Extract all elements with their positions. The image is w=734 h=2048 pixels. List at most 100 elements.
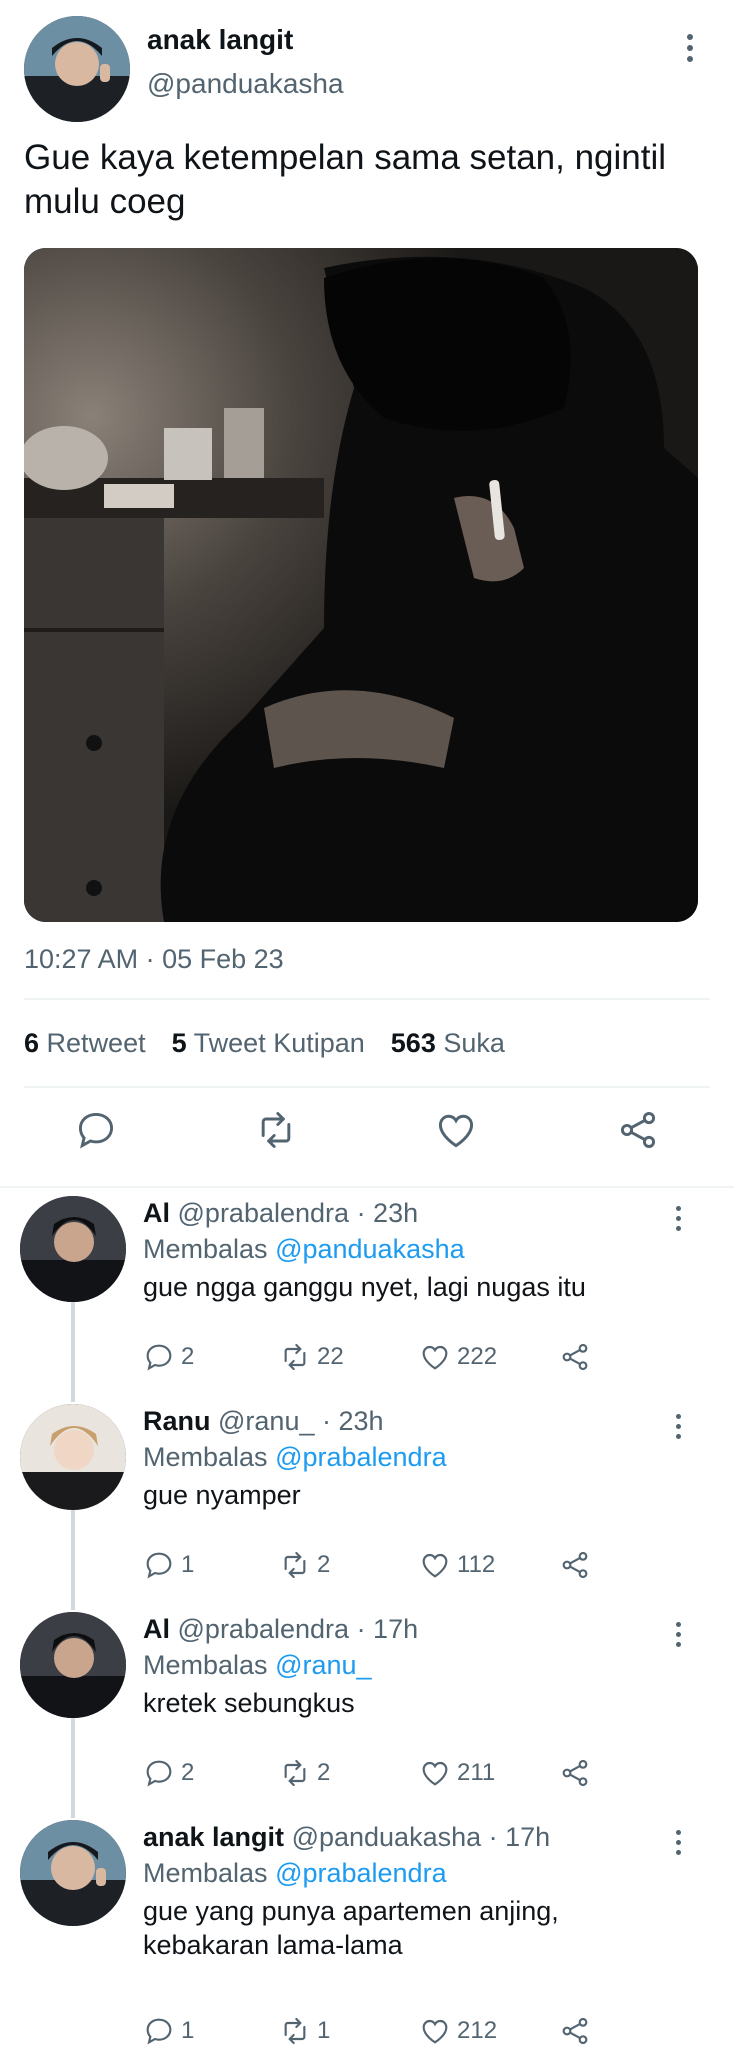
reply-header: Al @prabalendra · 23h <box>143 1198 418 1229</box>
reply-author-handle[interactable]: @prabalendra <box>178 1614 350 1644</box>
replying-label: Membalas <box>143 1442 268 1472</box>
replying-to-handle[interactable]: @prabalendra <box>275 1858 447 1888</box>
reply-author-name[interactable]: anak langit <box>143 1822 284 1852</box>
main-tweet: anak langit @panduakasha Gue kaya ketemp… <box>0 0 734 1188</box>
like-stat[interactable]: 563 Suka <box>391 1028 505 1059</box>
reply-header: Ranu @ranu_ · 23h <box>143 1406 384 1437</box>
reply-author-handle[interactable]: @prabalendra <box>178 1198 350 1228</box>
reply-text: gue ngga ganggu nyet, lagi nugas itu <box>143 1272 586 1302</box>
more-options-icon[interactable] <box>670 1206 686 1234</box>
reply-button[interactable]: 1 <box>143 2014 194 2048</box>
reply-avatar[interactable] <box>20 1612 126 1718</box>
retweet-button[interactable]: 1 <box>279 2014 330 2048</box>
reply-avatar[interactable] <box>20 1404 126 1510</box>
tweet-media-image[interactable] <box>24 248 698 922</box>
reply-time[interactable]: · 23h <box>322 1406 384 1436</box>
retweet-icon <box>284 1759 306 1787</box>
quote-label: Tweet Kutipan <box>193 1028 365 1058</box>
reply-icon[interactable] <box>74 1108 118 1152</box>
reply-count: 2 <box>181 1759 195 1786</box>
reply-time[interactable]: · 17h <box>489 1822 551 1852</box>
author-name[interactable]: anak langit <box>147 24 293 56</box>
author-avatar[interactable] <box>24 16 130 122</box>
reply-count: 1 <box>181 1551 195 1578</box>
quote-stat[interactable]: 5 Tweet Kutipan <box>172 1028 365 1059</box>
more-options-icon[interactable] <box>670 1414 686 1442</box>
like-count: 222 <box>457 1343 498 1370</box>
reply-time[interactable]: · 17h <box>357 1614 419 1644</box>
reply-actions: 1 1 212 <box>143 2014 603 2048</box>
share-button[interactable] <box>559 1548 591 1582</box>
like-button[interactable]: 222 <box>419 1340 497 1374</box>
reply-button[interactable]: 1 <box>143 1548 194 1582</box>
retweet-icon <box>284 2017 306 2045</box>
reply-count: 1 <box>181 2017 195 2044</box>
replying-to-handle[interactable]: @prabalendra <box>275 1442 447 1472</box>
share-button[interactable] <box>559 2014 591 2048</box>
reply-author-handle[interactable]: @panduakasha <box>292 1822 482 1852</box>
reply-actions: 2 22 222 <box>143 1340 603 1374</box>
retweet-button[interactable]: 2 <box>279 1756 330 1790</box>
reply-button[interactable]: 2 <box>143 1756 194 1790</box>
like-count: 211 <box>457 1759 496 1786</box>
retweet-count: 22 <box>317 1343 344 1370</box>
reply-actions: 1 2 112 <box>143 1548 603 1582</box>
replying-label: Membalas <box>143 1234 268 1264</box>
reply-text: gue yang punya apartemen anjing, kebakar… <box>143 1896 559 1960</box>
like-button[interactable]: 212 <box>419 2014 497 2048</box>
share-icon <box>562 1759 588 1787</box>
replying-to: Membalas @prabalendra <box>143 1442 447 1473</box>
retweet-count: 6 <box>24 1028 40 1058</box>
reply-author-name[interactable]: Al <box>143 1614 170 1644</box>
replying-to-handle[interactable]: @ranu_ <box>275 1650 371 1680</box>
reply-avatar[interactable] <box>20 1196 126 1302</box>
reply-author-name[interactable]: Ranu <box>143 1406 211 1436</box>
like-button[interactable]: 112 <box>419 1548 495 1582</box>
divider <box>24 998 710 1000</box>
like-count: 112 <box>457 1551 496 1578</box>
like-icon <box>422 1761 448 1786</box>
replying-to: Membalas @ranu_ <box>143 1650 372 1681</box>
retweet-icon[interactable] <box>254 1108 298 1152</box>
divider <box>0 1186 734 1188</box>
reply-count: 2 <box>181 1343 195 1370</box>
retweet-button[interactable]: 22 <box>279 1340 344 1374</box>
tweet-timestamp[interactable]: 10:27 AM · 05 Feb 23 <box>24 944 284 975</box>
like-button[interactable]: 211 <box>419 1756 495 1790</box>
reply-icon <box>146 1760 172 1787</box>
share-icon[interactable] <box>616 1108 660 1152</box>
like-icon <box>422 1345 448 1370</box>
thread-line <box>71 1302 75 1402</box>
like-label: Suka <box>443 1028 505 1058</box>
reply-avatar[interactable] <box>20 1820 126 1926</box>
like-icon <box>422 1553 448 1578</box>
reply-button[interactable]: 2 <box>143 1340 194 1374</box>
more-options-icon[interactable] <box>670 1622 686 1650</box>
reply-icon <box>146 1552 172 1579</box>
replying-to-handle[interactable]: @panduakasha <box>275 1234 465 1264</box>
divider <box>24 1086 710 1088</box>
retweet-count: 1 <box>317 2017 331 2044</box>
tweet-text: Gue kaya ketempelan sama setan, ngintil … <box>24 138 667 221</box>
tweet-action-bar <box>0 1108 734 1168</box>
reply-time[interactable]: · 23h <box>357 1198 419 1228</box>
replying-label: Membalas <box>143 1650 268 1680</box>
retweet-stat[interactable]: 6 Retweet <box>24 1028 146 1059</box>
share-button[interactable] <box>559 1340 591 1374</box>
retweet-button[interactable]: 2 <box>279 1548 330 1582</box>
replying-label: Membalas <box>143 1858 268 1888</box>
more-options-icon[interactable] <box>670 1830 686 1858</box>
share-icon <box>562 1551 588 1579</box>
share-button[interactable] <box>559 1756 591 1790</box>
like-icon[interactable] <box>434 1108 478 1152</box>
more-options-icon[interactable] <box>680 34 700 66</box>
share-icon <box>562 1343 588 1371</box>
reply-author-handle[interactable]: @ranu_ <box>218 1406 314 1436</box>
retweet-label: Retweet <box>46 1028 146 1058</box>
author-handle[interactable]: @panduakasha <box>147 68 344 100</box>
retweet-icon <box>284 1551 306 1579</box>
reply-text: gue nyamper <box>143 1480 301 1510</box>
reply-header: anak langit @panduakasha · 17h <box>143 1822 550 1853</box>
thread-line <box>71 1718 75 1818</box>
reply-author-name[interactable]: Al <box>143 1198 170 1228</box>
